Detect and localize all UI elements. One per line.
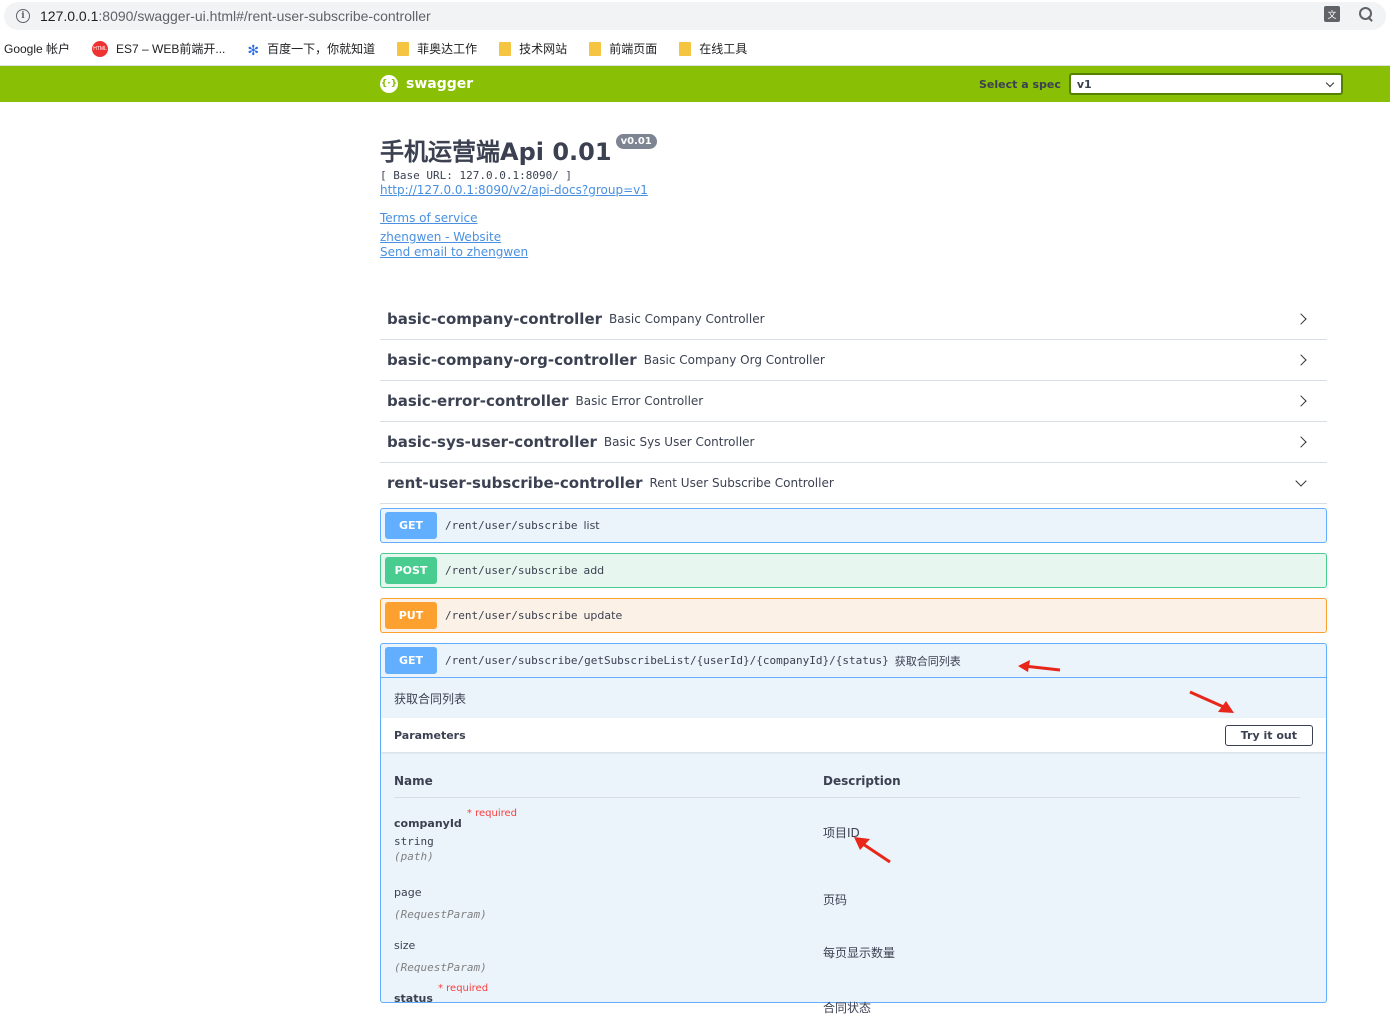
param-in: (RequestParam) <box>394 961 487 974</box>
chevron-right-icon <box>1295 313 1307 325</box>
operation-get-subscribe-list: GET /rent/user/subscribe/getSubscribeLis… <box>380 643 1327 1015</box>
operation-path: /rent/user/subscribe <box>445 609 578 622</box>
swagger-logo-icon: {·} <box>380 75 398 93</box>
operation-header[interactable]: GET /rent/user/subscribe/getSubscribeLis… <box>381 644 1326 678</box>
param-description: 合同状态 <box>823 1001 872 1015</box>
param-name: page <box>394 886 422 899</box>
chevron-down-icon <box>1325 78 1335 87</box>
bookmark-baidu[interactable]: ✻ 百度一下，你就知道 <box>247 40 375 58</box>
param-in: (RequestParam) <box>394 908 487 921</box>
annotation-arrow-icon <box>854 837 891 864</box>
param-name: size <box>394 939 416 952</box>
baidu-paw-icon: ✻ <box>247 41 260 58</box>
swagger-logo[interactable]: {·} swagger <box>380 75 473 93</box>
translate-icon[interactable]: 文 <box>1324 6 1340 22</box>
annotation-arrow-icon <box>1189 690 1234 713</box>
chevron-down-icon <box>1295 474 1307 487</box>
folder-icon <box>499 41 512 56</box>
folder-icon <box>679 41 692 56</box>
operation-path: /rent/user/subscribe <box>445 564 578 577</box>
address-bar[interactable]: i 127.0.0.1:8090/swagger-ui.html#/rent-u… <box>0 0 1390 32</box>
param-name: status <box>394 992 433 1005</box>
operation-summary: add <box>583 564 605 577</box>
method-badge: GET <box>385 647 437 674</box>
operation-put-subscribe[interactable]: PUT /rent/user/subscribe update <box>380 598 1327 633</box>
parameters-table: Name Description companyId * required st… <box>381 752 1326 1015</box>
website-link[interactable]: zhengwen - Website <box>380 230 657 244</box>
html5-icon: HTML <box>92 40 109 57</box>
spec-label: Select a spec <box>979 77 1061 91</box>
param-type: string <box>394 835 434 848</box>
param-description: 每页显示数量 <box>823 946 896 960</box>
url-text[interactable]: 127.0.0.1:8090/swagger-ui.html#/rent-use… <box>40 8 431 24</box>
bookmark-folder-tools[interactable]: 在线工具 <box>679 40 747 57</box>
tag-basic-sys-user-controller[interactable]: basic-sys-user-controller Basic Sys User… <box>380 422 1327 463</box>
param-row: size (RequestParam) 每页显示数量 <box>394 928 1313 981</box>
operation-post-subscribe[interactable]: POST /rent/user/subscribe add <box>380 553 1327 588</box>
folder-icon <box>589 41 602 56</box>
chevron-right-icon <box>1295 395 1307 407</box>
operation-summary: update <box>583 609 623 622</box>
bookmark-folder-work[interactable]: 菲奥达工作 <box>397 40 477 57</box>
annotation-arrow-icon <box>1018 660 1061 672</box>
param-required: * required <box>466 808 517 819</box>
method-badge: PUT <box>385 602 437 629</box>
bookmark-folder-frontend[interactable]: 前端页面 <box>589 40 657 57</box>
tag-rent-user-subscribe-controller[interactable]: rent-user-subscribe-controller Rent User… <box>380 463 1327 504</box>
swagger-topbar: {·} swagger Select a spec v1 <box>0 66 1390 102</box>
operation-description: 获取合同列表 <box>394 691 467 706</box>
method-badge: POST <box>385 557 437 584</box>
bookmark-es7[interactable]: HTML ES7 – WEB前端开... <box>92 40 225 57</box>
parameters-title: Parameters <box>394 728 466 742</box>
api-title: 手机运营端Api 0.01 v0.01 <box>380 132 657 167</box>
chevron-right-icon <box>1295 354 1307 366</box>
operation-summary: 获取合同列表 <box>894 654 961 668</box>
spec-selector: Select a spec v1 <box>979 73 1343 95</box>
param-name: companyId <box>394 817 462 830</box>
parameters-table-header: Name Description <box>394 752 1300 798</box>
bookmark-google-account[interactable]: Google 帐户 <box>4 40 70 57</box>
bookmark-folder-tech[interactable]: 技术网站 <box>499 40 567 57</box>
zoom-icon[interactable] <box>1358 6 1374 22</box>
chevron-right-icon <box>1295 436 1307 448</box>
operation-path: /rent/user/subscribe <box>445 519 578 532</box>
version-badge: v0.01 <box>615 134 657 149</box>
tag-basic-error-controller[interactable]: basic-error-controller Basic Error Contr… <box>380 381 1327 422</box>
spec-select[interactable]: v1 <box>1068 73 1343 95</box>
tag-basic-company-org-controller[interactable]: basic-company-org-controller Basic Compa… <box>380 340 1327 381</box>
bookmarks-bar: Google 帐户 HTML ES7 – WEB前端开... ✻ 百度一下，你就知道… <box>0 32 1390 66</box>
api-info: 手机运营端Api 0.01 v0.01 [ Base URL: 127.0.0.… <box>380 132 657 259</box>
operation-get-subscribe[interactable]: GET /rent/user/subscribe list <box>380 508 1327 543</box>
site-info-icon[interactable]: i <box>16 9 30 23</box>
parameters-header: Parameters Try it out <box>381 718 1326 752</box>
try-it-out-button[interactable]: Try it out <box>1224 724 1313 746</box>
method-badge: GET <box>385 512 437 539</box>
operation-summary: list <box>583 519 600 532</box>
base-url: [ Base URL: 127.0.0.1:8090/ ] <box>380 169 573 182</box>
folder-icon <box>397 41 410 56</box>
controller-list: basic-company-controller Basic Company C… <box>380 299 1327 1015</box>
param-row: status * required 合同状态 <box>394 981 1313 1015</box>
param-description: 页码 <box>823 893 848 907</box>
terms-link[interactable]: Terms of service <box>380 211 657 225</box>
tag-basic-company-controller[interactable]: basic-company-controller Basic Company C… <box>380 299 1327 340</box>
api-docs-link[interactable]: http://127.0.0.1:8090/v2/api-docs?group=… <box>380 183 657 197</box>
param-row: page (RequestParam) 页码 <box>394 875 1313 928</box>
operation-path: /rent/user/subscribe/getSubscribeList/{u… <box>445 654 889 667</box>
email-link[interactable]: Send email to zhengwen <box>380 245 657 259</box>
param-required: * required <box>437 983 489 994</box>
param-in: (path) <box>394 850 434 863</box>
